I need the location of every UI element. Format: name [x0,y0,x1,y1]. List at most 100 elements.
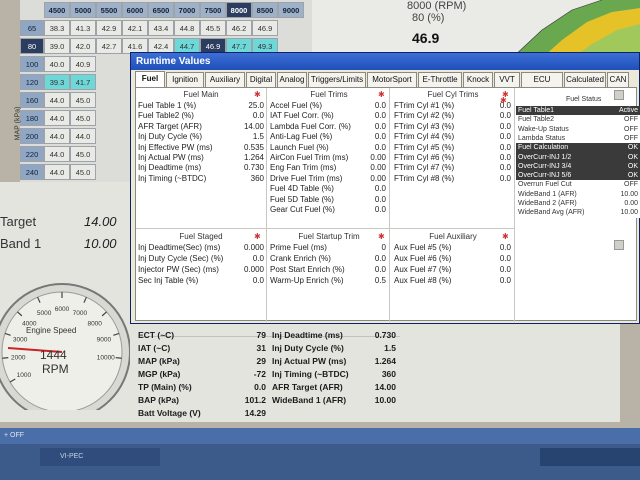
row-label: Fuel 4D Table (%) [270,184,334,194]
row-label: Anti-Lag Fuel (%) [270,132,333,142]
gear-icon[interactable]: ✱ [254,232,261,241]
scroll-down-arrow[interactable] [614,240,624,250]
readout-value: 0.0 [254,382,266,392]
row-label: FTrim Cyl #5 (%) [394,142,455,152]
tab-ignition[interactable]: Ignition [166,72,204,87]
map-cell[interactable]: 46.2 [226,20,252,36]
map-cell[interactable]: 44.0 [44,164,70,180]
readout-value: 0.730 [374,330,396,340]
readout-label: MAP (kPa) [138,356,180,366]
map-cell[interactable]: 44.0 [44,128,70,144]
readout-label: Batt Voltage (V) [138,408,201,418]
gear-icon[interactable]: ✱ [500,96,507,105]
readout-value: 29 [256,356,266,366]
tab-auxiliary[interactable]: Auxiliary [205,72,245,87]
map-cell[interactable]: 45.0 [70,146,96,162]
tab-fuel[interactable]: Fuel [135,71,165,87]
taskbar-app-button[interactable]: VI-PEC [40,448,160,466]
map-cell[interactable]: 44.0 [44,92,70,108]
row-value: 0.0 [252,254,264,263]
row-label: Fuel 5D Table (%) [270,194,334,204]
section-title-fuel-main: Fuel Main [183,90,219,99]
map-cell[interactable]: 40.0 [44,56,70,72]
section-title-fuel-auxiliary: Fuel Auxiliary [429,232,477,241]
map-cell[interactable]: 45.0 [70,110,96,126]
map-cell[interactable]: 44.0 [70,128,96,144]
gear-icon[interactable]: ✱ [502,232,509,241]
tab-digital[interactable]: Digital [246,72,276,87]
map-cell[interactable]: 41.7 [70,74,96,90]
plot-pct-label: 80 (%) [412,12,445,24]
row-value: 0.0 [374,254,386,263]
gear-icon[interactable]: ✱ [378,90,385,99]
status-label: Fuel Table2 [518,116,555,124]
map-cell[interactable]: 45.0 [70,92,96,108]
scroll-up-arrow[interactable] [614,90,624,100]
row-label: Gear Cut Fuel (%) [270,205,335,214]
map-cell[interactable]: 39.3 [44,74,70,90]
tab-strip: Fuel Ignition Auxiliary Digital Analog Trigge… [135,71,640,98]
row-value: 0.0 [499,265,511,274]
tab-e-throttle[interactable]: E-Throttle [418,72,462,87]
map-cell[interactable]: 38.3 [44,20,70,36]
gear-icon[interactable]: ✱ [254,90,261,99]
section-title-fuel-status: Fuel Status [566,96,602,103]
map-cell[interactable]: 42.9 [96,20,122,36]
row-label: Aux Fuel #7 (%) [394,265,452,274]
gear-icon[interactable]: ✱ [378,232,385,241]
tab-vvt[interactable]: VVT [494,72,520,87]
readout-label: WideBand 1 (AFR) [272,395,347,405]
row-value: 0.00 [370,153,386,162]
row-value: 0.0 [374,111,386,121]
tab-can[interactable]: CAN [607,72,629,87]
fuel-status-row: WideBand Avg (AFR) 10.00 [516,208,640,219]
row-value: 0.0 [499,254,511,263]
map-row-header: 200 [20,128,44,144]
row-value: 0.0 [499,111,511,121]
row-label: Injector PW (Sec) (ms) [138,265,219,274]
map-cell[interactable]: 44.0 [44,146,70,162]
map-cell[interactable]: 42.1 [122,20,148,36]
readout-value: 1.5 [384,343,396,353]
tab-ecu-status[interactable]: ECU Status [521,72,563,98]
wideband-value: 10.00 [84,236,117,251]
map-cell[interactable]: 43.4 [148,20,174,36]
row-label: Launch Fuel (%) [270,142,329,152]
map-column-header: 5500 [96,2,122,18]
map-cell[interactable]: 42.7 [96,38,122,54]
tab-analog[interactable]: Analog [277,72,307,87]
status-label: WideBand 2 (AFR) [518,200,577,207]
row-value: 25.0 [248,101,264,110]
map-row-header: 160 [20,92,44,108]
tab-knock[interactable]: Knock [463,72,493,87]
tab-motorsport[interactable]: MotorSport [367,72,417,87]
map-cell[interactable]: 44.8 [174,20,200,36]
map-row-header: 120 [20,74,44,90]
row-value: 0.0 [499,142,511,152]
dialog-title[interactable]: Runtime Values [131,53,639,70]
row-value: 0.535 [243,142,264,152]
map-cell[interactable]: 45.0 [70,164,96,180]
row-label: FTrim Cyl #7 (%) [394,163,455,173]
tab-calculated[interactable]: Calculated [564,72,606,87]
map-row-header: 240 [20,164,44,180]
map-cell[interactable]: 39.0 [44,38,70,54]
row-label: AirCon Fuel Trim (ms) [270,153,349,162]
map-cell[interactable]: 45.5 [200,20,226,36]
map-cell[interactable]: 41.3 [70,20,96,36]
status-label: OverCurr-INJ 1/2 [518,153,572,161]
map-cell[interactable]: 40.9 [70,56,96,72]
row-label: Post Start Enrich (%) [270,265,345,274]
row-label: Inj Effective PW (ms) [138,142,213,152]
map-cell[interactable]: 44.0 [44,110,70,126]
status-label: Overrun Fuel Cut [518,181,572,189]
row-label: Fuel Table 1 (%) [138,101,197,110]
section-title-fuel-startup: Fuel Startup Trim [298,232,360,241]
gauge-tick-label: 1000 [17,372,32,379]
gauge-tick-label: 10000 [97,355,115,362]
map-cell[interactable]: 42.0 [70,38,96,54]
row-label: Inj Deadtime(Sec) (ms) [138,243,221,252]
row-value: 0.0 [499,243,511,252]
map-cell[interactable]: 46.9 [252,20,278,36]
tab-triggers-limits[interactable]: Triggers/Limits [308,72,366,87]
